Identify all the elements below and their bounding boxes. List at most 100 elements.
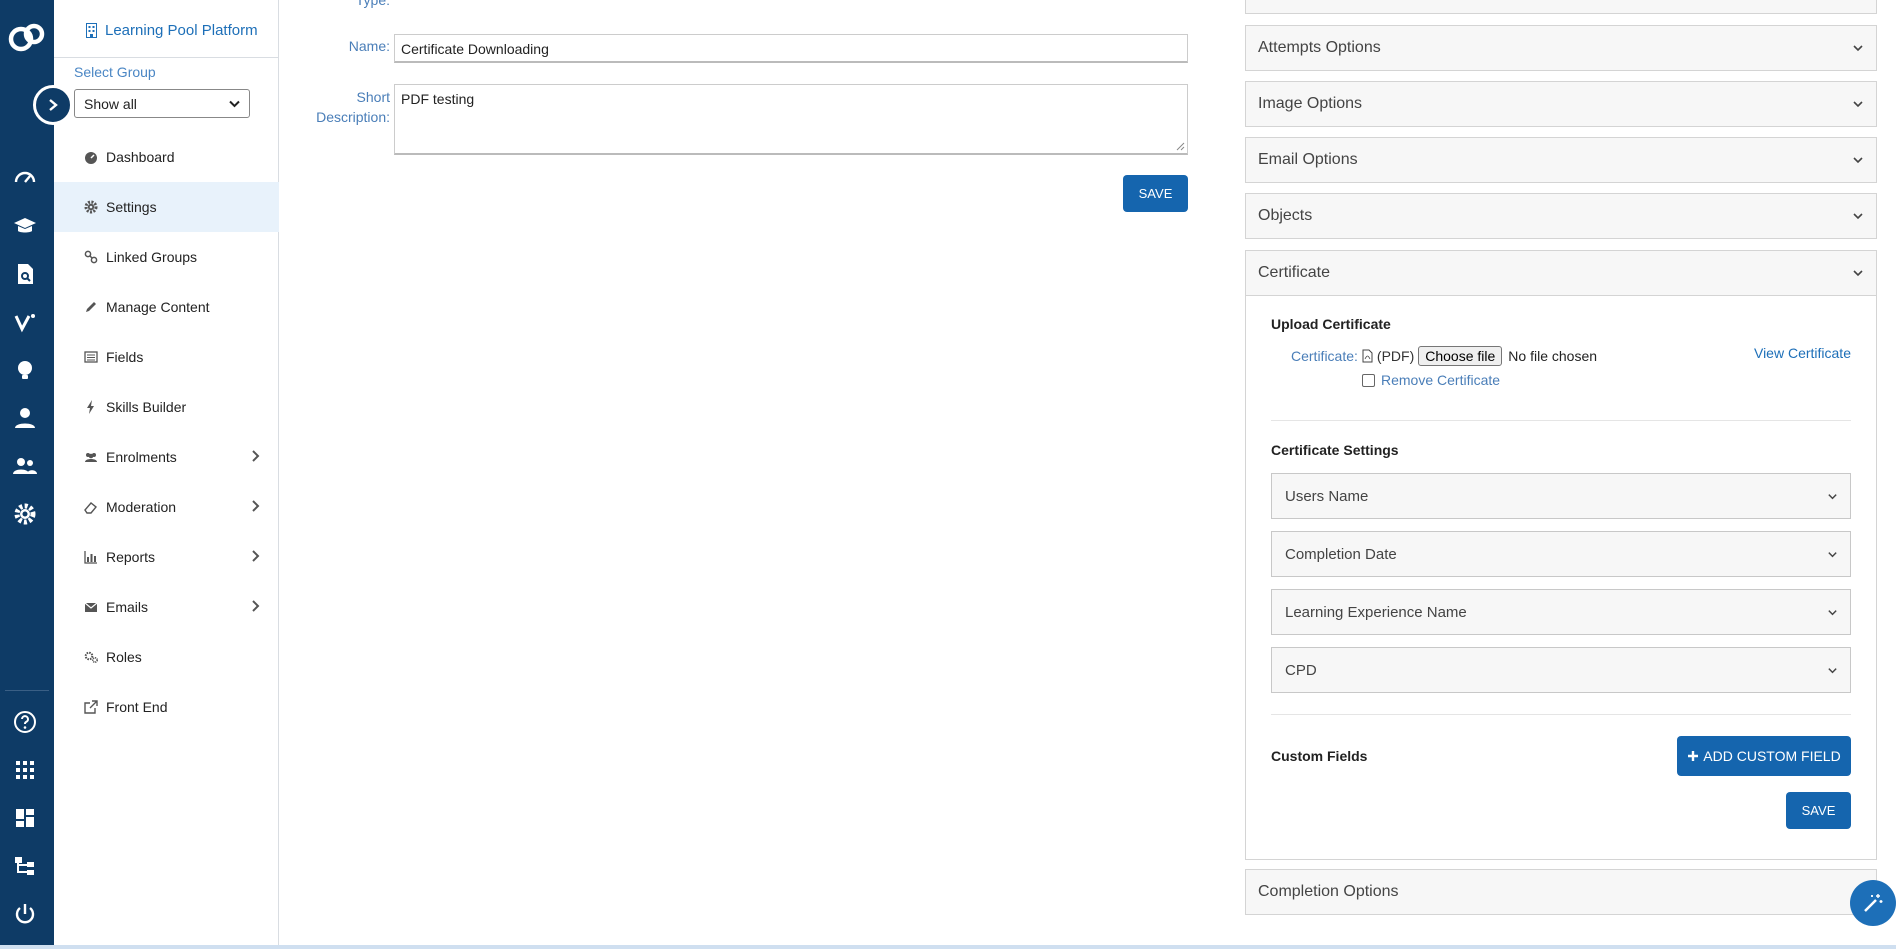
sidebar-item-settings[interactable]: Settings [54,182,279,232]
plus-icon [1688,751,1699,761]
short-description-label: Short Description: [280,87,390,127]
add-custom-field-label: ADD CUSTOM FIELD [1703,748,1841,764]
sidebar-item-label: Dashboard [106,149,175,165]
sidebar-item-roles[interactable]: Roles [54,632,279,682]
gear-icon[interactable] [13,502,37,526]
icon-rail [0,0,54,949]
bolt-icon [87,400,94,414]
resize-handle-icon[interactable] [1176,142,1185,151]
sidebar-item-linked-groups[interactable]: Linked Groups [54,232,279,282]
speedometer-icon[interactable] [13,166,37,190]
users-group-icon[interactable] [13,454,37,478]
chevron-down-icon [1828,610,1837,616]
chevron-down-icon [1853,45,1863,52]
short-description-value: PDF testing [401,91,475,107]
fields-icon [84,351,98,363]
add-custom-field-button[interactable]: ADD CUSTOM FIELD [1677,736,1851,776]
setting-label: Completion Date [1285,545,1397,563]
gear-icon [84,200,98,214]
accordion-completion-options[interactable]: Completion Options [1245,869,1877,915]
brand-divider [54,57,279,58]
accordion-collapsed-top[interactable] [1245,0,1877,14]
layout-dashboard-icon[interactable] [13,806,37,830]
accordion-attempts-options[interactable]: Attempts Options [1245,25,1877,71]
accordion-objects[interactable]: Objects [1245,193,1877,239]
view-certificate-link[interactable]: View Certificate [1754,345,1851,361]
sidebar-item-label: Enrolments [106,449,177,465]
brand-link[interactable]: Learning Pool Platform [86,20,258,40]
section-divider [1271,420,1851,421]
v-logo-icon[interactable] [13,310,37,334]
pdf-file-icon [1362,349,1373,363]
certificate-label: Certificate: [1291,348,1358,364]
sidebar-item-label: Linked Groups [106,249,198,265]
building-icon [86,22,97,38]
certificate-setting-completion-date[interactable]: Completion Date [1271,531,1851,577]
pdf-label: (PDF) [1376,348,1415,364]
power-icon[interactable] [13,902,37,926]
accordion-certificate[interactable]: Certificate [1245,250,1877,296]
certificate-save-button[interactable]: SAVE [1786,792,1851,829]
accordion-title: Image Options [1258,95,1363,112]
lightbulb-icon[interactable] [13,358,37,382]
learning-pool-logo-icon[interactable] [6,20,48,56]
group-select[interactable]: Show all [74,89,250,118]
sidebar-item-front-end[interactable]: Front End [54,682,279,732]
chevron-right-icon [252,500,260,512]
sidebar-item-label: Reports [106,549,156,565]
save-button[interactable]: SAVE [1123,175,1188,212]
accordion-title: Certificate [1258,264,1331,281]
name-input[interactable]: Certificate Downloading [394,34,1188,63]
sidebar-item-reports[interactable]: Reports [54,532,279,582]
chevron-down-icon [1828,668,1837,674]
sidebar-item-manage-content[interactable]: Manage Content [54,282,279,332]
remove-certificate-checkbox[interactable] [1362,373,1375,387]
sidebar-item-label: Front End [106,699,168,715]
setting-label: Users Name [1285,487,1369,505]
link-icon [84,250,98,264]
sidebar-item-dashboard[interactable]: Dashboard [54,132,279,182]
rail-separator [5,690,49,691]
chevron-right-icon [252,550,260,562]
remove-certificate-label: Remove Certificate [1381,372,1501,388]
bottom-scroll-bar [0,945,1896,949]
chevron-right-icon [252,600,260,612]
sidebar-nav: Dashboard Settings Linked Groups Manage … [54,132,279,732]
hierarchy-icon[interactable] [13,854,37,878]
envelope-icon [84,602,98,612]
certificate-setting-users-name[interactable]: Users Name [1271,473,1851,519]
sidebar-item-moderation[interactable]: Moderation [54,482,279,532]
chevron-down-icon [1853,270,1863,277]
graduation-cap-icon[interactable] [13,214,37,238]
apps-grid-icon[interactable] [13,758,37,782]
chevron-right-icon [252,450,260,462]
sidebar-item-enrolments[interactable]: Enrolments [54,432,279,482]
short-description-label-line1: Short [356,89,390,105]
no-file-chosen-text: No file chosen [1508,348,1598,364]
sidebar-toggle-button[interactable] [33,85,73,125]
user-icon[interactable] [13,406,37,430]
document-search-icon[interactable] [13,262,37,286]
magic-wand-button[interactable] [1850,880,1896,926]
accordion-image-options[interactable]: Image Options [1245,81,1877,127]
choose-file-button[interactable]: Choose file [1418,346,1503,366]
sidebar-item-fields[interactable]: Fields [54,332,279,382]
certificate-settings-heading: Certificate Settings [1271,442,1399,458]
certificate-setting-cpd[interactable]: CPD [1271,647,1851,693]
sidebar-item-emails[interactable]: Emails [54,582,279,632]
accordion-title: Email Options [1258,151,1358,168]
brand-name: Learning Pool Platform [105,21,258,39]
sidebar-item-skills-builder[interactable]: Skills Builder [54,382,279,432]
short-description-textarea[interactable]: PDF testing [394,84,1188,155]
certificate-upload-row: Certificate: (PDF) Choose file No file c… [1291,346,1597,366]
accordion-title: Objects [1258,207,1313,224]
accordion-email-options[interactable]: Email Options [1245,137,1877,183]
setting-label: CPD [1285,661,1317,679]
gears-icon [84,651,98,663]
certificate-setting-learning-experience-name[interactable]: Learning Experience Name [1271,589,1851,635]
remove-certificate-row[interactable]: Remove Certificate [1362,372,1500,388]
sidebar-item-label: Emails [106,599,149,615]
pencil-icon [86,302,96,312]
group-select-value: Show all [84,95,137,112]
help-icon[interactable] [13,710,37,734]
